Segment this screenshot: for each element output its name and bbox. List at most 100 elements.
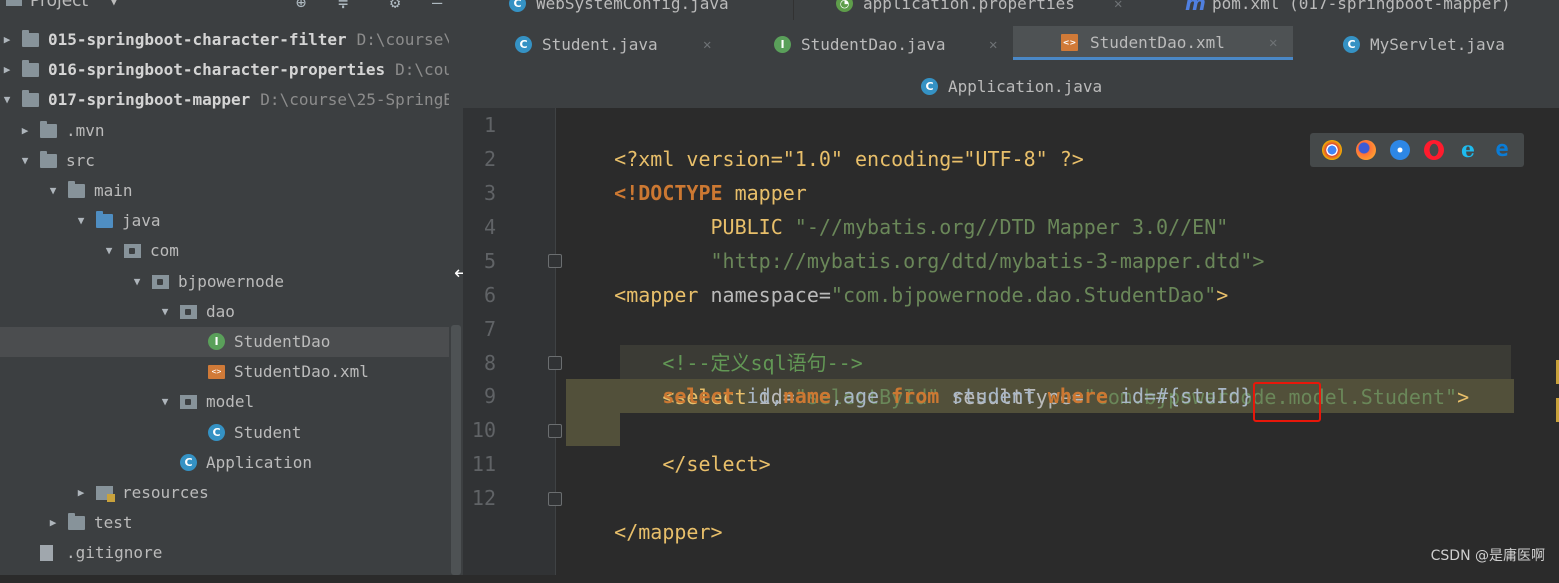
tree-item-label: model (206, 387, 254, 417)
project-panel-title[interactable]: Project (30, 0, 88, 11)
file-icon (40, 545, 53, 562)
tree-item[interactable]: ▶ 016-springboot-character-properties D:\c… (0, 55, 463, 85)
tree-item[interactable]: ▶ .mvn (0, 116, 463, 146)
tree-item[interactable]: ▼ model (0, 387, 463, 417)
tab-label: application.properties (863, 0, 1075, 13)
collapse-icon[interactable]: ≑ (338, 0, 348, 13)
tree-item[interactable]: ▼ src (0, 146, 463, 176)
package-icon (124, 244, 141, 259)
tree-item-name: dao (206, 301, 235, 321)
chevron-right-icon[interactable]: ▶ (18, 116, 32, 146)
resources-folder-icon (96, 486, 115, 502)
fold-toggle-icon[interactable] (548, 424, 562, 438)
class-icon: C (1343, 36, 1360, 53)
tree-item[interactable]: I StudentDao (0, 327, 463, 357)
tree-item[interactable]: ▼ main (0, 176, 463, 206)
module-icon (22, 60, 39, 78)
tree-item[interactable]: .gitignore (0, 538, 463, 568)
tab-label: Student.java (542, 35, 658, 54)
sql-text: id=#{stuId} (1107, 384, 1253, 408)
firefox-icon[interactable] (1356, 140, 1376, 160)
watermark: CSDN @是庸医啊 (1430, 548, 1545, 564)
line-number: 9 (483, 384, 496, 408)
fold-toggle-icon[interactable] (548, 356, 562, 370)
opera-icon[interactable] (1424, 140, 1444, 160)
chevron-down-icon[interactable]: ▼ (158, 387, 172, 417)
highlight-annotation-box (1253, 382, 1321, 422)
line-number: 10 (471, 418, 496, 442)
chevron-right-icon[interactable]: ▶ (74, 478, 88, 508)
tree-item-label: java (122, 206, 161, 236)
class-icon: C (515, 36, 532, 53)
tree-item[interactable]: C Student (0, 418, 463, 448)
class-icon: C (509, 0, 526, 12)
line-number: 4 (483, 215, 496, 239)
chevron-right-icon[interactable]: ▶ (46, 508, 60, 538)
tree-item[interactable]: <> StudentDao.xml (0, 357, 463, 387)
close-icon[interactable]: ✕ (1269, 26, 1277, 60)
line-number: 3 (483, 181, 496, 205)
scrollbar-thumb[interactable] (451, 325, 461, 575)
tree-item-label: Student (234, 418, 301, 448)
mapper-close-tag: </mapper> (614, 520, 723, 544)
ie-icon[interactable]: e (1458, 139, 1478, 161)
tab-studentdao-java[interactable]: I StudentDao.java ✕ (774, 28, 1004, 62)
tree-item[interactable]: ▼ dao (0, 297, 463, 327)
tree-item[interactable]: ▼ 017-springboot-mapper D:\course\25-Sprin… (0, 85, 463, 115)
tree-item-name: .gitignore (66, 543, 163, 563)
chevron-down-icon[interactable]: ▼ (0, 85, 14, 115)
tree-item[interactable]: ▼ bjpowernode (0, 267, 463, 297)
sql-keyword: where (1047, 384, 1108, 408)
tree-item-name: 017-springboot-mapper (48, 90, 251, 110)
tree-item[interactable]: ▶ 015-springboot-character-filter D:\cours… (0, 25, 463, 55)
tree-item-label: .gitignore (66, 538, 162, 568)
minimize-icon[interactable]: — (432, 0, 442, 13)
close-icon[interactable]: ✕ (989, 28, 997, 62)
chevron-right-icon[interactable]: ▶ (0, 25, 14, 55)
sql-text: student (939, 384, 1048, 408)
edge-icon[interactable]: e (1492, 139, 1512, 161)
tree-item-name: 016-springboot-character-properties (48, 60, 386, 80)
tree-item[interactable]: ▼ java (0, 206, 463, 236)
chevron-right-icon[interactable]: ▶ (0, 55, 14, 85)
chevron-down-icon[interactable]: ▼ (46, 176, 60, 206)
folder-icon (40, 120, 57, 138)
project-panel-header: Project ▼ ⊕ ≑ ⚙ — (0, 0, 463, 14)
tree-item-label: com (150, 236, 179, 266)
tree-item-name: main (94, 181, 133, 200)
namespace-value: "com.bjpowernode.dao.StudentDao" (830, 283, 1217, 307)
chevron-down-icon[interactable]: ▼ (130, 267, 144, 297)
tree-item[interactable]: C Application (0, 448, 463, 478)
fold-toggle-icon[interactable] (548, 492, 562, 506)
tab-studentdao-xml[interactable]: <> StudentDao.xml ✕ (1013, 26, 1293, 60)
tree-item[interactable]: ▶ test (0, 508, 463, 538)
line-number: 6 (483, 283, 496, 307)
tab-label: WebSystemConfig.java (536, 0, 729, 13)
chrome-icon[interactable] (1322, 140, 1342, 160)
tree-item[interactable]: ▶ resources (0, 478, 463, 508)
sql-keyword: select (662, 384, 735, 408)
code-line-12: </mapper> (566, 481, 723, 583)
close-icon[interactable]: ✕ (703, 28, 711, 62)
fold-toggle-icon[interactable] (548, 254, 562, 268)
tree-item[interactable]: ▼ com (0, 236, 463, 266)
chevron-down-icon[interactable]: ▼ (158, 297, 172, 327)
tree-item-label: Application (206, 448, 312, 478)
tree-item-name: StudentDao.xml (234, 362, 369, 382)
chevron-down-icon[interactable]: ▼ (18, 146, 32, 176)
close-icon[interactable]: ✕ (1114, 0, 1122, 21)
line-number: 12 (471, 486, 496, 510)
chevron-down-icon[interactable]: ▼ (74, 206, 88, 236)
locate-icon[interactable]: ⊕ (296, 0, 306, 13)
tab-student-java[interactable]: C Student.java ✕ (515, 28, 725, 62)
safari-icon[interactable] (1390, 140, 1410, 160)
project-scrollbar[interactable] (449, 0, 463, 575)
package-icon (180, 395, 197, 410)
gear-icon[interactable]: ⚙ (390, 0, 400, 13)
module-icon (22, 90, 39, 108)
chevron-down-icon[interactable]: ▼ (110, 0, 118, 9)
code-editor[interactable]: 1 2 3 4 5 6 7 8 9 10 11 12 <?xml version… (463, 108, 1559, 575)
browser-preview-bar: e e (1310, 133, 1524, 167)
chevron-down-icon[interactable]: ▼ (102, 236, 116, 266)
